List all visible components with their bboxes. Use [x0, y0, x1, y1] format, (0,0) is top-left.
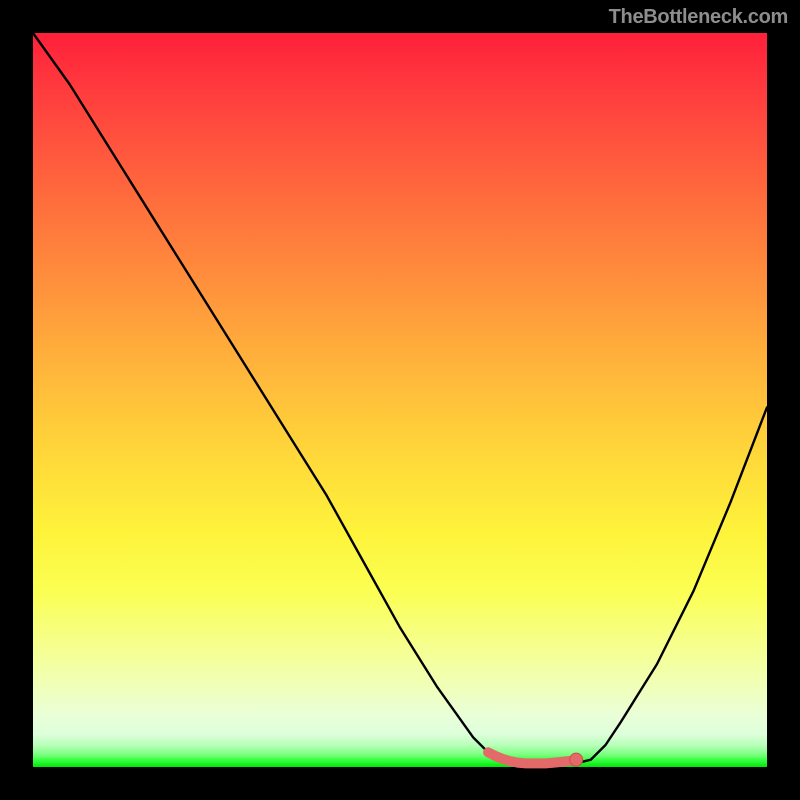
watermark-text: TheBottleneck.com — [609, 6, 788, 29]
curve-layer — [33, 33, 767, 767]
chart-frame: TheBottleneck.com — [0, 0, 800, 800]
optimal-segment — [488, 752, 576, 763]
optimal-point-marker — [570, 753, 583, 766]
bottleneck-curve — [33, 33, 767, 763]
